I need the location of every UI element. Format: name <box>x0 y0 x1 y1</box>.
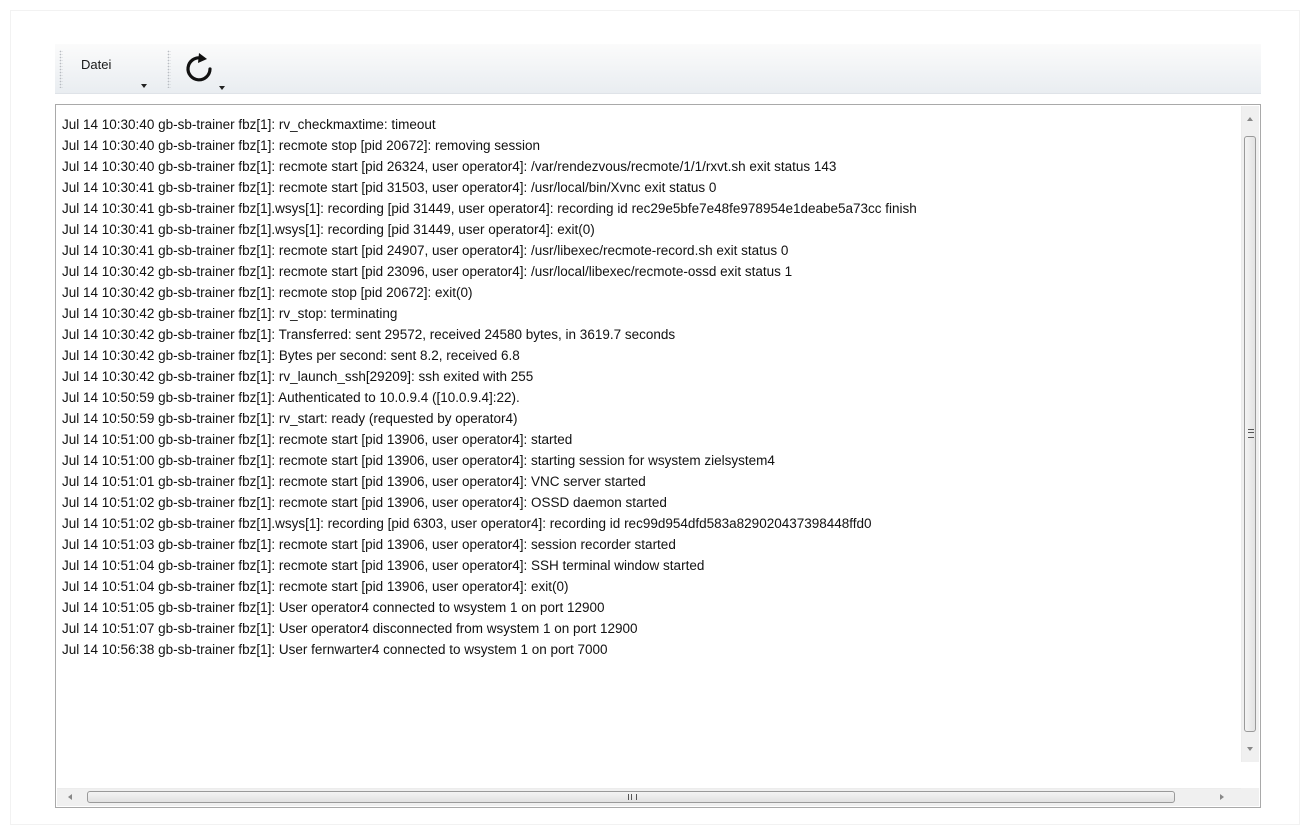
horizontal-scroll-thumb[interactable] <box>87 791 1175 803</box>
log-line: Jul 14 10:30:42 gb-sb-trainer fbz[1]: rv… <box>62 369 534 384</box>
log-line: Jul 14 10:30:42 gb-sb-trainer fbz[1]: re… <box>62 285 473 300</box>
log-line: Jul 14 10:51:05 gb-sb-trainer fbz[1]: Us… <box>62 600 605 615</box>
log-line: Jul 14 10:30:40 gb-sb-trainer fbz[1]: rv… <box>62 117 436 132</box>
log-line: Jul 14 10:30:42 gb-sb-trainer fbz[1]: rv… <box>62 306 398 321</box>
log-line: Jul 14 10:30:41 gb-sb-trainer fbz[1]: re… <box>62 243 789 258</box>
log-line: Jul 14 10:50:59 gb-sb-trainer fbz[1]: Au… <box>62 390 520 405</box>
log-line: Jul 14 10:30:41 gb-sb-trainer fbz[1].wsy… <box>62 201 917 216</box>
horizontal-scrollbar[interactable] <box>57 788 1241 806</box>
toolbar: Datei <box>55 44 1261 94</box>
log-line: Jul 14 10:51:04 gb-sb-trainer fbz[1]: re… <box>62 558 705 573</box>
vertical-scrollbar[interactable] <box>1241 106 1259 762</box>
log-line: Jul 14 10:51:00 gb-sb-trainer fbz[1]: re… <box>62 432 573 447</box>
grip-icon <box>628 794 637 800</box>
log-line: Jul 14 10:30:41 gb-sb-trainer fbz[1]: re… <box>62 180 717 195</box>
log-line: Jul 14 10:50:59 gb-sb-trainer fbz[1]: rv… <box>62 411 518 426</box>
log-line: Jul 14 10:51:03 gb-sb-trainer fbz[1]: re… <box>62 537 676 552</box>
log-line: Jul 14 10:51:02 gb-sb-trainer fbz[1].wsy… <box>62 516 872 531</box>
log-line: Jul 14 10:51:02 gb-sb-trainer fbz[1]: re… <box>62 495 667 510</box>
datei-menu-button[interactable]: Datei <box>69 54 149 84</box>
log-line: Jul 14 10:30:42 gb-sb-trainer fbz[1]: Tr… <box>62 327 676 342</box>
log-line: Jul 14 10:51:04 gb-sb-trainer fbz[1]: re… <box>62 579 569 594</box>
chevron-down-icon <box>141 84 147 88</box>
log-line: Jul 14 10:30:40 gb-sb-trainer fbz[1]: re… <box>62 138 541 153</box>
log-line: Jul 14 10:56:38 gb-sb-trainer fbz[1]: Us… <box>62 642 608 657</box>
datei-menu-label: Datei <box>81 57 112 72</box>
log-line: Jul 14 10:30:42 gb-sb-trainer fbz[1]: re… <box>62 264 793 279</box>
scroll-left-icon[interactable] <box>68 794 72 800</box>
toolbar-grip[interactable] <box>59 50 63 88</box>
refresh-button[interactable] <box>177 50 237 90</box>
log-lines: Jul 14 10:30:40 gb-sb-trainer fbz[1]: rv… <box>62 114 1234 764</box>
log-line: Jul 14 10:30:42 gb-sb-trainer fbz[1]: By… <box>62 348 520 363</box>
log-line: Jul 14 10:51:00 gb-sb-trainer fbz[1]: re… <box>62 453 775 468</box>
vertical-scroll-thumb[interactable] <box>1244 136 1256 732</box>
log-line: Jul 14 10:30:40 gb-sb-trainer fbz[1]: re… <box>62 159 837 174</box>
log-textbox[interactable]: Jul 14 10:30:40 gb-sb-trainer fbz[1]: rv… <box>55 104 1261 808</box>
scroll-down-icon[interactable] <box>1247 747 1253 751</box>
scroll-up-icon[interactable] <box>1247 117 1253 121</box>
chevron-down-icon <box>219 86 225 90</box>
log-line: Jul 14 10:51:01 gb-sb-trainer fbz[1]: re… <box>62 474 646 489</box>
scroll-right-icon[interactable] <box>1220 794 1224 800</box>
grip-icon <box>1248 429 1254 438</box>
scrollbar-corner <box>1241 788 1259 806</box>
refresh-icon <box>186 53 212 82</box>
log-line: Jul 14 10:30:41 gb-sb-trainer fbz[1].wsy… <box>62 222 595 237</box>
log-line: Jul 14 10:51:07 gb-sb-trainer fbz[1]: Us… <box>62 621 638 636</box>
toolbar-grip-2[interactable] <box>167 50 171 88</box>
